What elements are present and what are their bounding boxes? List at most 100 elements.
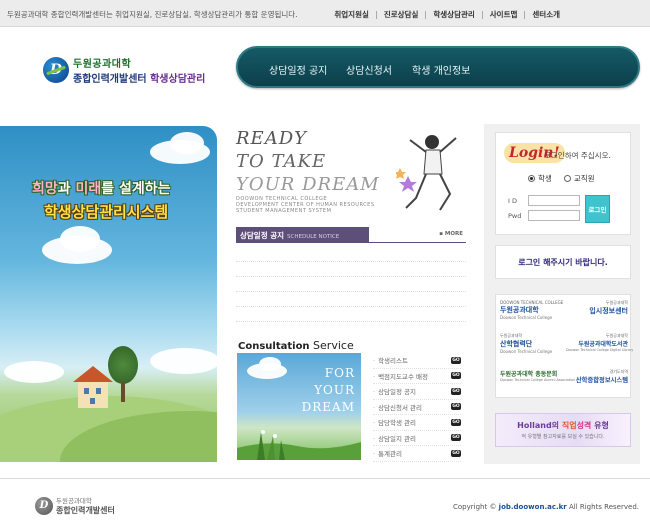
- ready-line2: TO TAKE: [236, 151, 327, 172]
- notice-header: 상담일정 공지 SCHEDULE NOTICE ▪ MORE: [236, 227, 466, 243]
- ready-line3: YOUR DREAM: [236, 174, 380, 195]
- login-required-message: 로그인 해주시기 바랍니다.: [495, 245, 631, 279]
- notice-tab[interactable]: 상담일정 공지 SCHEDULE NOTICE: [236, 227, 369, 243]
- site-domain[interactable]: job.doowon.ac.kr: [499, 503, 567, 511]
- user-type-radios: 학생 교직원: [528, 173, 595, 184]
- go-icon[interactable]: GO: [451, 403, 461, 411]
- go-icon[interactable]: GO: [451, 387, 461, 395]
- holland-keyword-job: 직업: [561, 421, 577, 430]
- id-label: I D: [508, 197, 517, 205]
- radio-unchecked-icon[interactable]: [563, 175, 571, 182]
- consultation-service-title: Consultation Service: [238, 339, 354, 352]
- service-item-journal-manage[interactable]: 상담일지 관리 GO: [373, 431, 461, 446]
- banner-industry-info-system[interactable]: 경기도지역 산학중합정보시스템: [566, 369, 628, 397]
- main-nav: 상담일정 공지 상담신청서 학생 개인정보: [236, 46, 640, 88]
- hero-word-design: 를 설계하는: [101, 181, 171, 197]
- footer-logo-icon: D: [35, 496, 53, 515]
- nav-student-info[interactable]: 학생 개인정보: [412, 62, 470, 77]
- radio-checked-icon[interactable]: [528, 175, 535, 182]
- service-label: 상담일지 관리: [373, 433, 416, 443]
- cloud: [60, 226, 100, 252]
- banner-alumni[interactable]: 두원공과대학 총동문회 Doowon Technical College Alu…: [500, 369, 575, 397]
- site-logo[interactable]: D 두원공과대학 종합인력개발센터 학생상담관리: [43, 55, 205, 85]
- footer-center-name: 종합인력개발센터: [56, 506, 115, 515]
- topnav-student-counseling[interactable]: 학생상담관리: [426, 9, 481, 20]
- cloud: [150, 348, 217, 374]
- top-nav: 취업지원실 진로상담실 학생상담관리 사이트맵 센터소개: [327, 9, 567, 20]
- banner-doowon-college[interactable]: DOOWON TECHNICAL COLLEGE 두원공과대학 Doowon T…: [500, 300, 563, 328]
- service-menu: 학생리스트 GO 백점지도교수 배정 GO 상담일정 공지 GO 상담신청서 관리 GO…: [373, 353, 461, 462]
- radio-student[interactable]: 학생: [528, 173, 552, 184]
- service-label: 담당학생 관리: [373, 417, 416, 427]
- id-input[interactable]: [528, 195, 580, 206]
- consult-title-bold: Consultation: [238, 341, 310, 352]
- topnav-employment-support[interactable]: 취업지원실: [327, 9, 376, 20]
- service-item-student-manage[interactable]: 담당학생 관리 GO: [373, 415, 461, 431]
- service-item-student-list[interactable]: 학생리스트 GO: [373, 353, 461, 369]
- service-item-statistics[interactable]: 통계관리 GO: [373, 446, 461, 462]
- ready-line1: READY: [236, 128, 308, 149]
- cloud: [170, 132, 204, 154]
- consult-title-rest: Service: [309, 339, 354, 352]
- hero-system-title: 학생상담관리시스템: [44, 203, 169, 221]
- radio-student-label: 학생: [538, 174, 552, 183]
- consultation-image: FOR YOUR DREAM: [237, 353, 361, 460]
- list-item: [236, 277, 466, 292]
- your-text: YOUR: [314, 383, 355, 397]
- banner-subcaption: Doowon Technical College Digital Library: [566, 348, 634, 352]
- college-logo-icon: D: [43, 57, 69, 83]
- hero-banner: 희망과 미래를 설계하는 학생상담관리시스템: [0, 126, 217, 462]
- banner-industry-cooperation[interactable]: 두원공과대학 산학협력단 Doowon Technical College: [500, 333, 562, 361]
- login-button[interactable]: 로그인: [585, 195, 610, 223]
- go-icon[interactable]: GO: [451, 418, 461, 426]
- copyright-suffix: All Rights Reserved.: [566, 503, 639, 511]
- topnav-sitemap[interactable]: 사이트맵: [483, 9, 525, 20]
- topnav-center-intro[interactable]: 센터소개: [525, 9, 567, 20]
- holland-mid: 의: [551, 421, 562, 430]
- banner-subcaption: Doowon Technical College: [500, 315, 553, 320]
- notice-more-label: MORE: [444, 231, 463, 237]
- notice-title-en: SCHEDULE NOTICE: [287, 234, 340, 240]
- banner-title: 산학협력단: [500, 340, 533, 348]
- hero-word-and: 과: [57, 181, 76, 197]
- go-icon[interactable]: GO: [451, 356, 461, 364]
- cloud: [259, 357, 281, 371]
- service-label: 상담신청서 관리: [373, 402, 422, 412]
- service-item-application-manage[interactable]: 상담신청서 관리 GO: [373, 400, 461, 415]
- holland-personality-banner[interactable]: Holland의 직업성격 유형 적 유형별 참고자료를 보실 수 있습니다.: [495, 413, 631, 447]
- logo-center-sub: 학생상담관리: [150, 74, 206, 85]
- banner-title: 두원공과대학도서관: [578, 341, 628, 348]
- banner-library[interactable]: 두원공과대학 두원공과대학도서관 Doowon Technical Colleg…: [566, 333, 634, 361]
- hero-slogan: 희망과 미래를 설계하는: [32, 178, 171, 198]
- service-item-advisor-assign[interactable]: 백점지도교수 배정 GO: [373, 369, 461, 384]
- dream-text: DREAM: [301, 400, 355, 414]
- site-intro-text: 두원공과대학 종합인력개발센터는 취업지원실, 진로상담실, 학생상담관리가 통…: [7, 10, 298, 19]
- list-item: [236, 292, 466, 307]
- go-icon[interactable]: GO: [451, 449, 461, 457]
- nav-application-form[interactable]: 상담신청서: [346, 62, 392, 77]
- topnav-career-counseling[interactable]: 진로상담실: [377, 9, 426, 20]
- service-label: 통계관리: [373, 448, 402, 458]
- radio-staff[interactable]: 교직원: [563, 173, 595, 184]
- banner-title: 두원공과대학 총동문회: [500, 371, 558, 378]
- divider: [236, 242, 466, 243]
- notice-title: 상담일정 공지: [240, 231, 285, 240]
- service-label: 학생리스트: [373, 355, 408, 365]
- go-icon[interactable]: GO: [451, 372, 461, 380]
- ready-banner: READY TO TAKE YOUR DREAM DOOWON TECHNICA…: [236, 128, 468, 225]
- password-input[interactable]: [528, 210, 580, 221]
- for-your-dream-text: FOR YOUR DREAM: [302, 365, 355, 416]
- cloud: [4, 361, 64, 383]
- service-item-schedule-notice[interactable]: 상담일정 공지 GO: [373, 384, 461, 400]
- banner-title: 산학중합정보시스템: [575, 377, 628, 384]
- nav-schedule-notice[interactable]: 상담일정 공지: [269, 62, 327, 77]
- holland-word: Holland: [517, 421, 552, 430]
- notice-more-link[interactable]: ▪ MORE: [439, 231, 463, 237]
- holland-title: Holland의 직업성격 유형: [496, 420, 630, 431]
- holland-subtitle: 적 유형별 참고자료를 보실 수 있습니다.: [521, 434, 605, 440]
- go-icon[interactable]: GO: [451, 434, 461, 442]
- holland-keyword-personality: 성격: [576, 421, 592, 430]
- grass-illustration: [237, 430, 361, 460]
- logo-text: 두원공과대학 종합인력개발센터 학생상담관리: [73, 55, 205, 85]
- banner-admissions[interactable]: 두원공과대학 입시정보센터: [566, 300, 628, 328]
